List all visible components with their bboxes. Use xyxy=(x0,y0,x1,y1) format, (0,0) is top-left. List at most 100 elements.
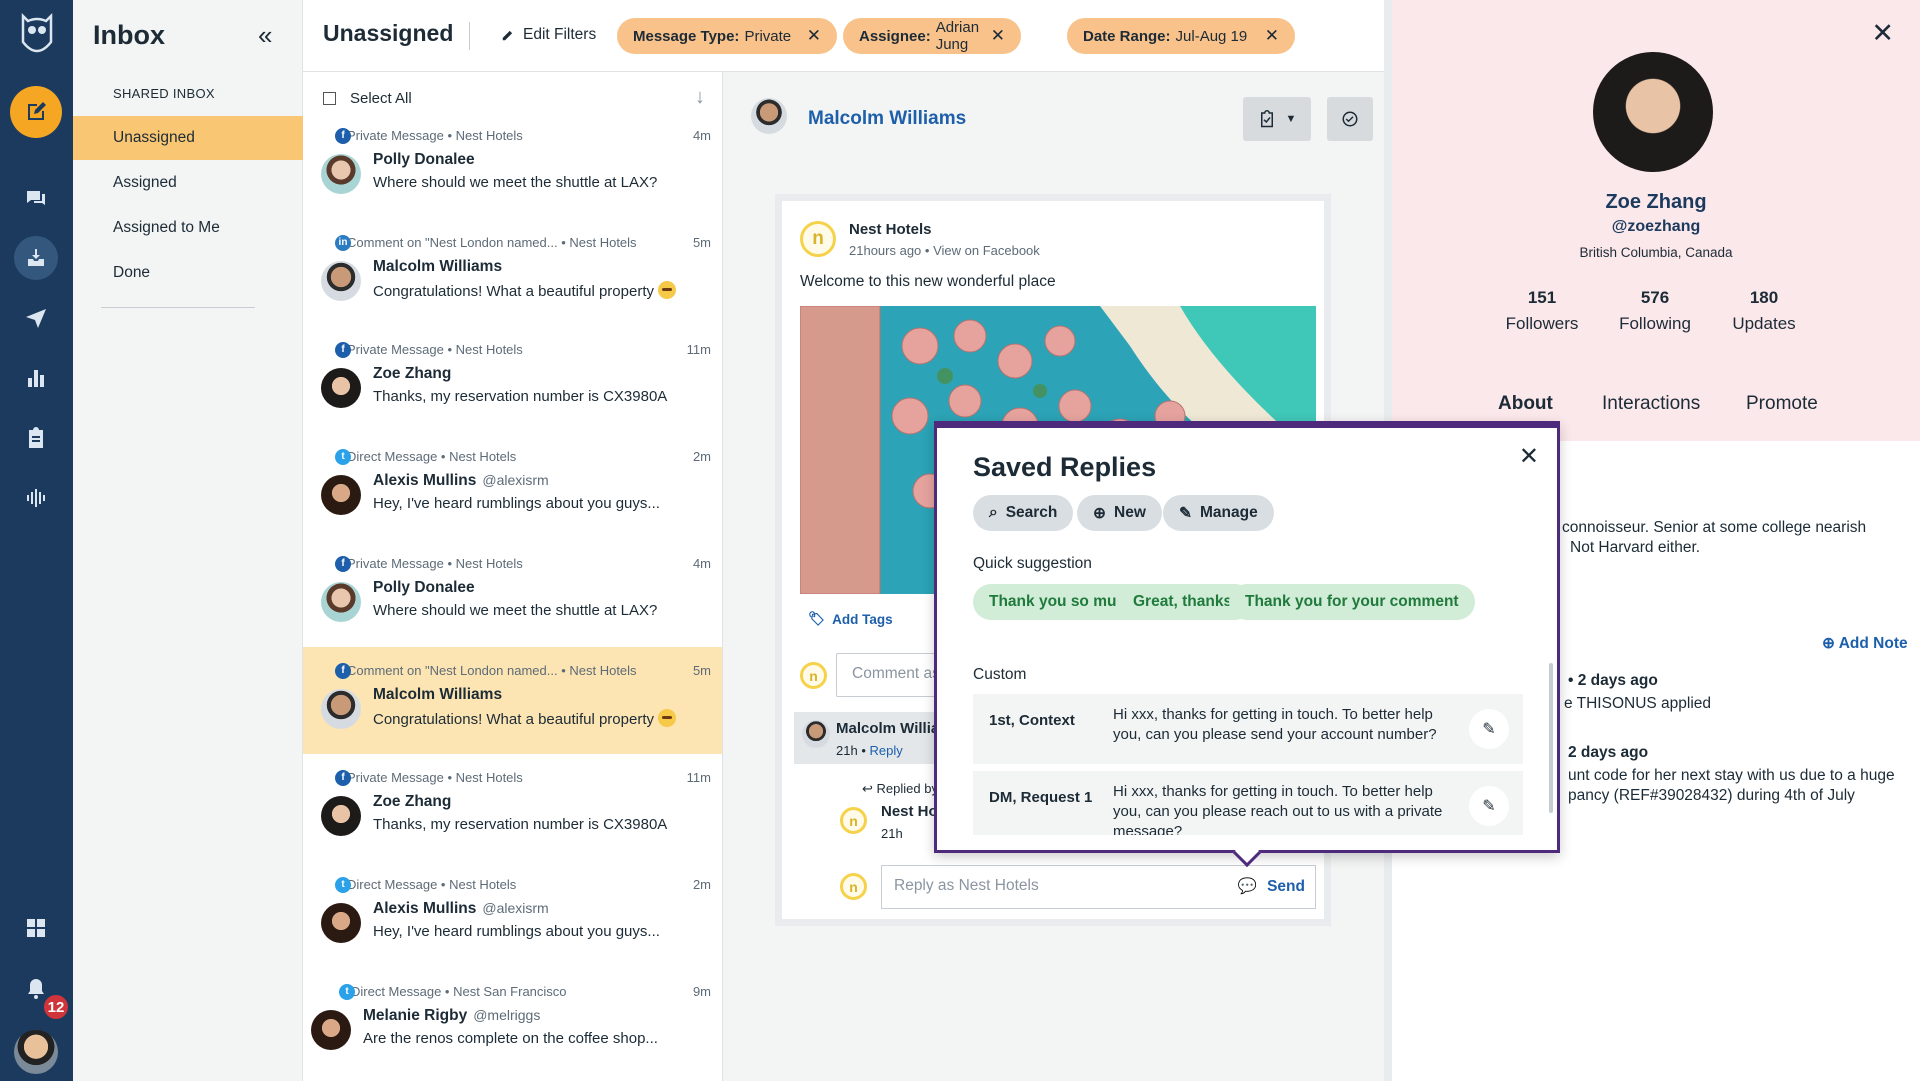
list-item[interactable]: f Private Message • Nest Hotels 11m Zoe Zha… xyxy=(303,326,722,433)
reply-arrow-icon: ↩ xyxy=(862,781,873,796)
popup-scrollbar[interactable] xyxy=(1549,663,1553,813)
compose-icon[interactable] xyxy=(10,86,62,138)
contact-avatar[interactable] xyxy=(751,98,787,134)
filter-bar: Unassigned Edit Filters Message Type: Pri… xyxy=(303,0,1384,72)
message-meta: t Direct Message • Nest Hotels xyxy=(335,448,516,465)
list-item[interactable]: t Direct Message • Nest Hotels 2m Alexis Mu… xyxy=(303,861,722,968)
list-item[interactable]: t Direct Message • Nest San Francisco 9m Me… xyxy=(303,968,722,1075)
publish-icon[interactable] xyxy=(14,296,58,340)
message-type: Direct Message xyxy=(347,449,438,464)
inbox-icon[interactable] xyxy=(14,236,58,280)
manage-button[interactable]: ✎ Manage xyxy=(1163,495,1274,531)
remove-filter-icon[interactable]: ✕ xyxy=(807,26,821,46)
sender-handle: @melriggs xyxy=(473,1007,541,1023)
profile-handle[interactable]: @zoezhang xyxy=(1392,218,1920,236)
send-button[interactable]: 💬 Send xyxy=(1238,877,1305,896)
remove-filter-icon[interactable]: ✕ xyxy=(1265,26,1279,46)
reply-link[interactable]: Reply xyxy=(869,743,902,758)
message-meta: f Private Message • Nest Hotels xyxy=(335,769,523,786)
note-1-time: • 2 days ago xyxy=(1568,672,1658,689)
list-item[interactable]: f Private Message • Nest Hotels 4m Polly Do… xyxy=(303,540,722,647)
listening-icon[interactable] xyxy=(14,476,58,520)
analytics-icon[interactable] xyxy=(14,356,58,400)
nav-item-done[interactable]: Done xyxy=(73,251,303,295)
message-time: 2m xyxy=(692,877,711,892)
owl-logo-icon[interactable] xyxy=(20,12,54,58)
nav-item-assigned[interactable]: Assigned xyxy=(73,161,303,205)
custom-reply-name: DM, Request 1 xyxy=(989,789,1093,806)
message-preview: Where should we meet the shuttle at LAX? xyxy=(373,602,657,619)
close-profile-icon[interactable]: ✕ xyxy=(1871,18,1894,49)
sender-name-text: Malcolm Williams xyxy=(373,686,503,703)
assign-dropdown-button[interactable]: ▼ xyxy=(1243,97,1311,141)
stat-value: 180 xyxy=(1749,288,1779,307)
resolve-button[interactable] xyxy=(1327,97,1373,141)
chip-key: Message Type: xyxy=(633,27,740,45)
message-preview-text: Hey, I've heard rumblings about you guys… xyxy=(373,923,660,940)
add-tags-button[interactable]: 🏷 Add Tags xyxy=(808,611,893,627)
list-item[interactable]: f Private Message • Nest Hotels 4m Polly Do… xyxy=(303,112,722,219)
view-title: Unassigned xyxy=(323,20,454,46)
sender-name-text: Polly Donalee xyxy=(373,579,475,596)
nav-item-unassigned[interactable]: Unassigned xyxy=(73,116,303,160)
select-all-checkbox[interactable]: Select All xyxy=(323,90,412,107)
list-item[interactable]: f Private Message • Nest Hotels 11m Zoe Zha… xyxy=(303,754,722,861)
sort-arrow-icon[interactable]: ↓ xyxy=(695,86,705,109)
edit-reply-pencil-icon[interactable]: ✎ xyxy=(1469,709,1509,749)
new-button[interactable]: ⊕ New xyxy=(1077,495,1162,531)
post-meta: 21hours ago • View on Facebook xyxy=(849,243,1040,258)
current-user-avatar[interactable] xyxy=(14,1030,58,1074)
message-meta: t Direct Message • Nest San Francisco xyxy=(339,983,567,1000)
list-item[interactable]: f Comment on "Nest London named... • Nest… xyxy=(303,647,722,754)
profile-header: ✕ Zoe Zhang @zoezhang British Columbia, … xyxy=(1392,0,1920,369)
sender-name: Melanie Rigby @melriggs xyxy=(363,1007,540,1025)
close-popup-icon[interactable]: ✕ xyxy=(1519,442,1539,471)
avatar xyxy=(321,475,361,515)
message-preview-text: Thanks, my reservation number is CX3980A xyxy=(373,816,668,833)
reply-input[interactable]: Reply as Nest Hotels 💬 Send xyxy=(881,865,1316,909)
message-preview: Are the renos complete on the coffee sho… xyxy=(363,1030,658,1047)
filter-chip-date-range[interactable]: Date Range: Jul-Aug 19 ✕ xyxy=(1067,18,1295,54)
search-button[interactable]: ⌕ Search xyxy=(973,495,1074,531)
sender-handle: @alexisrm xyxy=(482,472,549,488)
sender-name: Zoe Zhang xyxy=(373,365,457,383)
filter-chip-message-type[interactable]: Message Type: Private ✕ xyxy=(617,18,837,54)
pencil-icon: ✎ xyxy=(1179,504,1192,522)
filter-chip-assignee[interactable]: Assignee: Adrian Jung ✕ xyxy=(843,18,1021,54)
list-item[interactable]: t Direct Message • Nest Hotels 2m Alexis Mu… xyxy=(303,433,722,540)
inbox-title: Inbox xyxy=(93,20,165,50)
nav-item-assigned-to-me[interactable]: Assigned to Me xyxy=(73,206,303,250)
list-item[interactable]: in Comment on "Nest London named... • Nes… xyxy=(303,219,722,326)
tab-interactions[interactable]: Interactions xyxy=(1602,393,1700,415)
add-note-button[interactable]: ⊕ Add Note xyxy=(1822,634,1908,653)
custom-reply-item[interactable]: DM, Request 1 Hi xxx, thanks for getting… xyxy=(973,771,1523,835)
post-account[interactable]: Nest Hotels xyxy=(849,221,932,238)
message-type: Direct Message xyxy=(351,984,442,999)
custom-reply-text: Hi xxx, thanks for getting in touch. To … xyxy=(1113,706,1437,743)
streams-icon[interactable] xyxy=(14,176,58,220)
edit-reply-pencil-icon[interactable]: ✎ xyxy=(1469,786,1509,826)
stat-following: 576 Following xyxy=(1615,288,1695,334)
commenter-avatar xyxy=(802,720,830,748)
apps-grid-icon[interactable] xyxy=(14,906,58,950)
view-on-facebook-link[interactable]: View on Facebook xyxy=(933,243,1040,258)
tab-promote[interactable]: Promote xyxy=(1746,393,1818,415)
custom-reply-item[interactable]: 1st, Context Hi xxx, thanks for getting … xyxy=(973,694,1523,764)
collapse-sidebar-icon[interactable]: « xyxy=(258,20,272,51)
stat-value: 151 xyxy=(1527,288,1557,307)
assignments-icon[interactable] xyxy=(14,416,58,460)
message-preview: Congratulations! What a beautiful proper… xyxy=(373,281,676,300)
remove-filter-icon[interactable]: ✕ xyxy=(991,26,1005,46)
chip-key: Date Range: xyxy=(1083,27,1171,45)
checkbox[interactable] xyxy=(323,92,336,105)
sender-name-text: Alexis Mullins xyxy=(373,472,477,489)
nav-divider xyxy=(101,307,255,308)
message-time: 9m xyxy=(692,984,711,999)
chip-key: Assignee: xyxy=(859,27,931,45)
custom-replies-list[interactable]: 1st, Context Hi xxx, thanks for getting … xyxy=(937,658,1557,835)
edit-filters-button[interactable]: Edit Filters xyxy=(501,26,596,44)
saved-replies-icon[interactable]: 💬 xyxy=(1238,877,1257,896)
suggestion-thank-you-for-your-comment[interactable]: Thank you for your comment xyxy=(1229,584,1475,620)
profile-location: British Columbia, Canada xyxy=(1579,245,1733,260)
contact-name[interactable]: Malcolm Williams xyxy=(808,108,966,130)
